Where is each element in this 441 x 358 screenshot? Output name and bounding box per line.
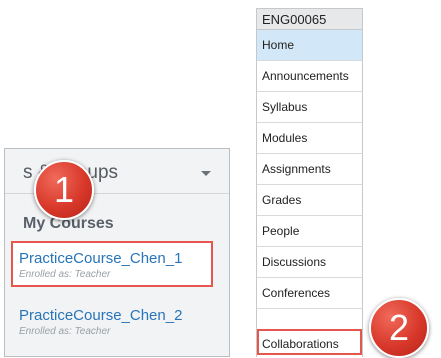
nav-item-label: Syllabus	[262, 100, 308, 114]
course-item-practicecourse-chen-1[interactable]: PracticeCourse_Chen_1 Enrolled as: Teach…	[11, 241, 213, 287]
course-navigation: ENG00065 Home Announcements Syllabus Mod…	[256, 8, 363, 357]
course-code-header: ENG00065	[257, 8, 362, 30]
course-link[interactable]: PracticeCourse_Chen_1	[19, 250, 182, 267]
nav-item-label: Collaborations	[262, 337, 339, 351]
nav-item-label: Announcements	[262, 69, 349, 83]
step-2-badge: 2	[369, 298, 429, 358]
nav-item-label: Conferences	[262, 286, 331, 300]
nav-item-conferences[interactable]: Conferences	[257, 278, 362, 309]
nav-item-label: Home	[262, 38, 295, 52]
nav-item-label: Discussions	[262, 255, 327, 269]
nav-item-people[interactable]: People	[257, 216, 362, 247]
course-role: Enrolled as: Teacher	[19, 326, 111, 337]
nav-item-label: Assignments	[262, 162, 331, 176]
nav-item-modules[interactable]: Modules	[257, 123, 362, 154]
nav-item-grades[interactable]: Grades	[257, 185, 362, 216]
nav-item-collaborations[interactable]: Collaborations	[257, 329, 362, 355]
course-item-practicecourse-chen-2[interactable]: PracticeCourse_Chen_2 Enrolled as: Teach…	[11, 298, 213, 344]
nav-item-label: Modules	[262, 131, 308, 145]
step-1-badge: 1	[34, 160, 94, 220]
nav-item-home[interactable]: Home	[257, 30, 362, 61]
course-code: ENG00065	[262, 12, 327, 27]
nav-item-label: People	[262, 224, 300, 238]
nav-item-discussions[interactable]: Discussions	[257, 247, 362, 278]
course-link[interactable]: PracticeCourse_Chen_2	[19, 307, 182, 324]
nav-item-assignments[interactable]: Assignments	[257, 154, 362, 185]
course-role: Enrolled as: Teacher	[19, 269, 111, 280]
nav-item-syllabus[interactable]: Syllabus	[257, 92, 362, 123]
nav-item-label: Grades	[262, 193, 302, 207]
nav-item-announcements[interactable]: Announcements	[257, 61, 362, 92]
chevron-down-icon[interactable]	[201, 171, 211, 176]
